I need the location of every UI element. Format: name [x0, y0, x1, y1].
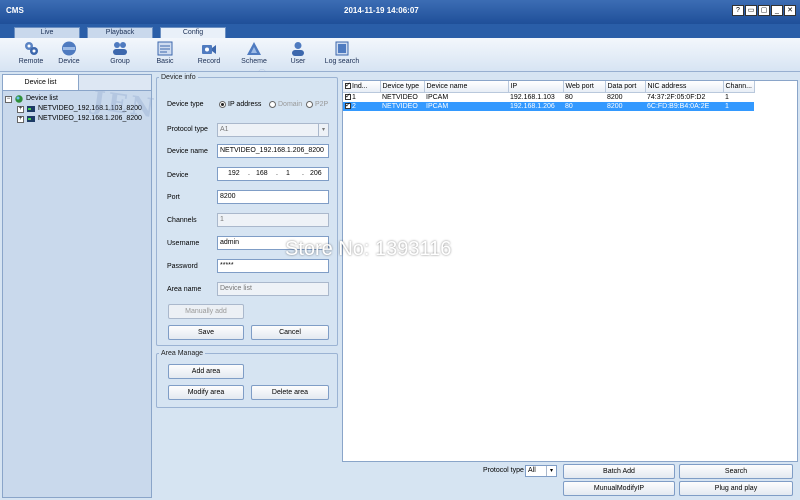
device-info-legend: Device info — [161, 74, 196, 81]
password-field[interactable]: ***** — [217, 259, 329, 273]
tab-config[interactable]: Config — [160, 27, 226, 38]
window-controls: ? ▭ ▢ _ ✕ — [732, 5, 796, 16]
column-header-device-type[interactable]: Device type — [380, 81, 425, 93]
device-name-label: Device name — [167, 148, 208, 155]
title-bar: CMS 2014-11-19 14:06:07 ? ▭ ▢ _ ✕ — [0, 0, 800, 24]
device-name-field[interactable]: NETVIDEO_192.168.1.206_8200 — [217, 144, 329, 158]
user-icon — [292, 42, 304, 56]
device-table-panel: Ind... Device type Device name IP Web po… — [342, 80, 798, 462]
row-checkbox[interactable] — [345, 102, 351, 110]
manual-modify-ip-button[interactable]: MunualModifyIP — [563, 481, 675, 496]
expand-icon[interactable]: + — [17, 106, 24, 113]
radio-ip-address[interactable]: IP address — [219, 101, 261, 108]
close-button[interactable]: ✕ — [784, 5, 796, 16]
dvr-icon — [27, 116, 35, 122]
password-label: Password — [167, 263, 198, 270]
save-button[interactable]: Save — [168, 325, 244, 340]
app-title: CMS — [6, 6, 24, 15]
config-panel: Device info Device type IP address Domai… — [154, 72, 342, 498]
toolbar-group[interactable]: Group — [98, 41, 142, 71]
radio-dot — [269, 101, 276, 108]
column-header-nic-address[interactable]: NIC address — [645, 81, 724, 93]
column-header-ip[interactable]: IP — [508, 81, 564, 93]
toolbar-user[interactable]: User — [276, 41, 320, 71]
add-area-button[interactable]: Add area — [168, 364, 244, 379]
protocol-type-select[interactable]: A1 ▾ — [217, 123, 329, 137]
column-header-data-port[interactable]: Data port — [605, 81, 646, 93]
toolbar-record[interactable]: Record — [187, 41, 231, 71]
datetime-display: 2014-11-19 14:06:07 — [344, 6, 419, 15]
username-label: Username — [167, 240, 200, 247]
batch-add-button[interactable]: Batch Add — [563, 464, 675, 479]
device-table: Ind... Device type Device name IP Web po… — [343, 81, 755, 111]
chevron-down-icon: ▾ — [318, 124, 328, 136]
port-label: Port — [167, 194, 180, 201]
toolbar-device[interactable]: Device — [47, 41, 91, 71]
channels-field[interactable]: 1 — [217, 213, 329, 227]
radio-dot — [306, 101, 313, 108]
tab-live[interactable]: Live — [14, 27, 80, 38]
chevron-down-icon: ▾ — [546, 466, 556, 476]
manually-add-button[interactable]: Manually add — [168, 304, 244, 319]
device-address-label: Device — [167, 172, 189, 179]
device-tree-header: Device list — [3, 75, 151, 91]
port-field[interactable]: 8200 — [217, 190, 329, 204]
radio-domain[interactable]: Domain — [269, 101, 302, 108]
column-header-device-name[interactable]: Device name — [424, 81, 509, 93]
select-all-checkbox[interactable] — [345, 81, 351, 89]
protocol-type-label: Protocol type — [167, 126, 208, 133]
modify-area-button[interactable]: Modify area — [168, 385, 244, 400]
row-checkbox[interactable] — [345, 92, 351, 101]
toolbar-log-search[interactable]: Log search — [320, 41, 364, 71]
table-header-row: Ind... Device type Device name IP Web po… — [343, 81, 755, 93]
maximize-button[interactable]: ▢ — [758, 5, 770, 16]
store-number-overlay: Store No: 1393116 — [285, 238, 452, 260]
remote-icon — [25, 42, 38, 55]
record-icon — [202, 45, 216, 54]
group-icon — [113, 42, 127, 55]
dvr-icon — [27, 106, 35, 112]
bottom-action-bar: Protocol type All ▾ Batch Add Search Mun… — [342, 462, 798, 498]
cancel-button[interactable]: Cancel — [251, 325, 329, 340]
scheme-icon — [247, 42, 261, 55]
search-button[interactable]: Search — [679, 464, 793, 479]
plug-and-play-button[interactable]: Plug and play — [679, 481, 793, 496]
device-icon — [62, 41, 76, 56]
device-list-tab[interactable]: Device list — [3, 75, 79, 90]
tab-playback[interactable]: Playback — [87, 27, 153, 38]
minimize-button[interactable]: _ — [771, 5, 783, 16]
ip-address-field[interactable]: 192 . 168 . 1 . 206 — [217, 167, 329, 181]
toolbar: Remote Device Group Basic Record Scheme … — [0, 38, 800, 72]
area-name-field[interactable]: Device list — [217, 282, 329, 296]
table-row-selected[interactable]: 2 NETVIDEO IPCAM 192.168.1.206 80 8200 6… — [343, 101, 754, 111]
column-header-web-port[interactable]: Web port — [563, 81, 606, 93]
area-manage-legend: Area Manage — [161, 350, 204, 357]
toolbar-basic[interactable]: Basic — [143, 41, 187, 71]
protocol-type-filter-select[interactable]: All ▾ — [525, 465, 557, 477]
restore-button[interactable]: ▭ — [745, 5, 757, 16]
toolbar-scheme[interactable]: Scheme — [232, 41, 276, 71]
collapse-icon[interactable]: − — [5, 96, 12, 103]
table-row[interactable]: 1 NETVIDEO IPCAM 192.168.1.103 80 8200 7… — [343, 92, 754, 102]
radio-dot — [219, 101, 226, 108]
channels-label: Channels — [167, 217, 197, 224]
delete-area-button[interactable]: Delete area — [251, 385, 329, 400]
globe-icon — [15, 95, 23, 103]
device-tree-panel: Device list − Device list + NETVIDEO_192… — [2, 74, 152, 498]
area-name-label: Area name — [167, 286, 202, 293]
radio-p2p[interactable]: P2P — [306, 101, 328, 108]
help-button[interactable]: ? — [732, 5, 744, 16]
expand-icon[interactable]: + — [17, 116, 24, 123]
column-header-index[interactable]: Ind... — [343, 81, 381, 93]
basic-icon — [157, 41, 173, 56]
device-type-label: Device type — [167, 101, 204, 108]
main-tabs: Live Playback Config — [0, 24, 800, 38]
column-header-channels[interactable]: Chann... — [723, 81, 755, 93]
log-search-icon — [335, 41, 349, 56]
tree-root-label: Device list — [26, 95, 58, 102]
protocol-type-filter-label: Protocol type — [483, 467, 524, 474]
